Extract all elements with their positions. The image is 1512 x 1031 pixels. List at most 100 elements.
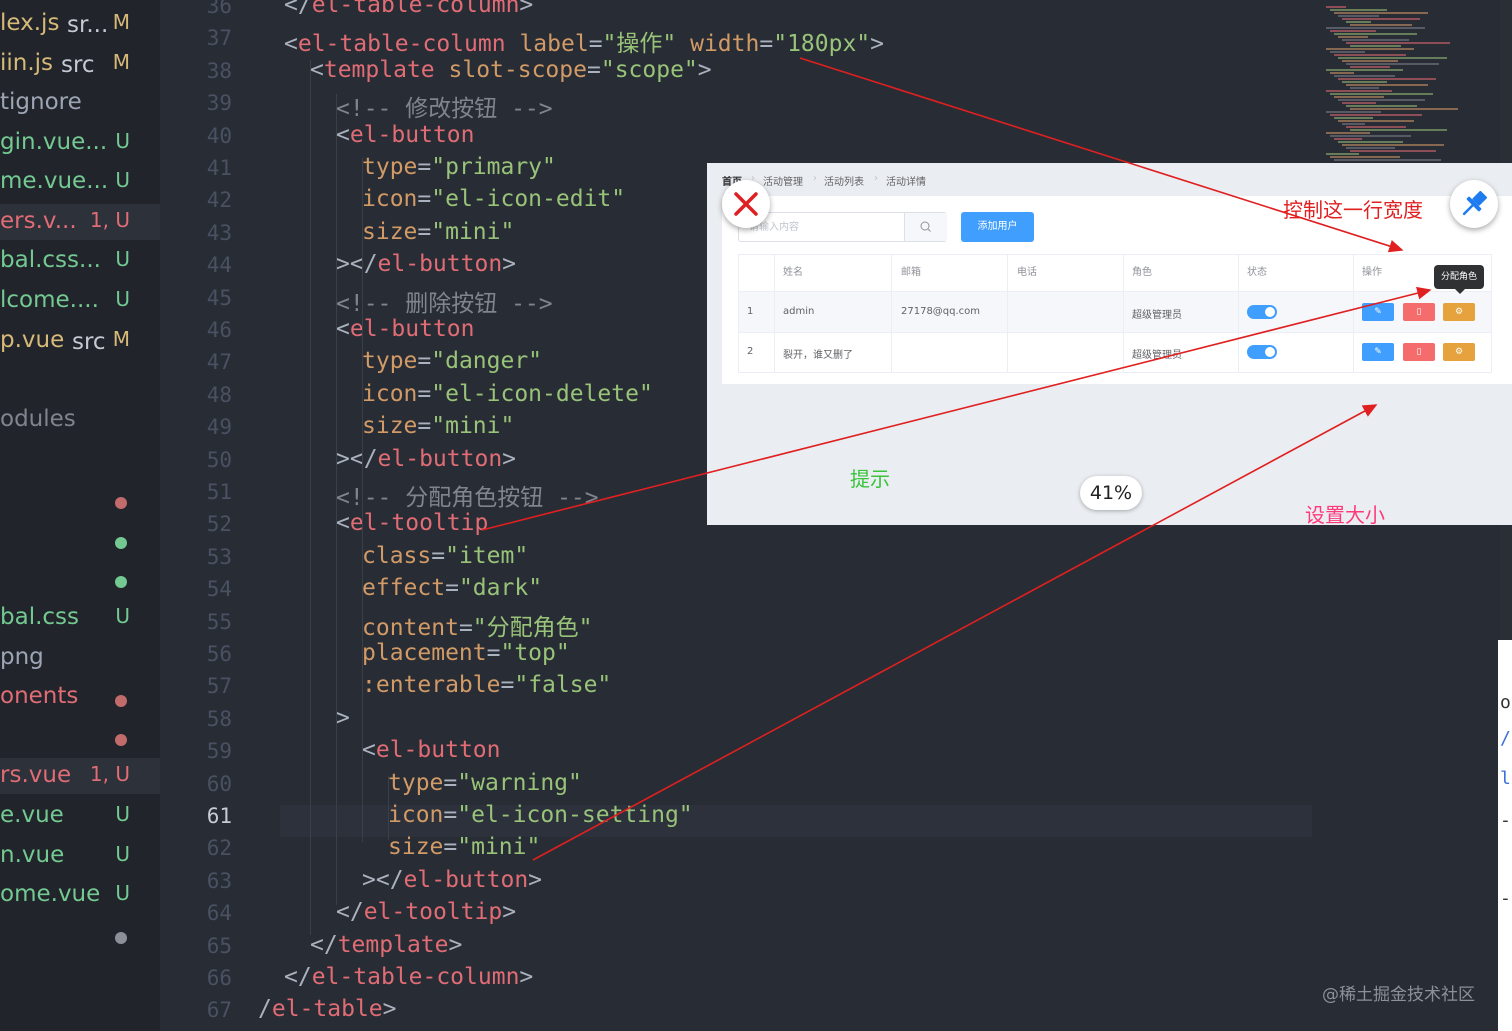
git-status-badge: U	[115, 247, 130, 271]
file-item[interactable]: bal.css U	[0, 600, 160, 636]
code-token: >	[502, 251, 517, 278]
code-token: /	[258, 996, 272, 1023]
minimap-line	[1334, 33, 1417, 35]
code-token: size	[388, 834, 444, 861]
code-line: <template slot-scope="scope">	[310, 57, 712, 83]
minimap-line	[1346, 21, 1371, 23]
line-number: 49	[206, 415, 232, 440]
delete-button[interactable]: ▯	[1403, 343, 1435, 361]
code-token: </	[336, 899, 364, 926]
file-item[interactable]: p.vue src M	[0, 323, 160, 359]
file-item[interactable]: me.vue... U	[0, 164, 160, 200]
file-item[interactable]: iin.js src M	[0, 46, 160, 82]
file-name: rs.vue	[0, 762, 72, 788]
code-line: </el-tooltip>	[336, 899, 516, 925]
minimap-line	[1338, 57, 1447, 59]
git-status-badge: U	[115, 842, 130, 866]
file-name: onents	[0, 683, 79, 709]
code-line: size="mini"	[362, 413, 514, 439]
minimap-line	[1350, 24, 1412, 26]
add-user-button[interactable]: 添加用户	[961, 212, 1034, 242]
code-token: el-button	[403, 866, 529, 893]
file-item[interactable]: rs.vue 1, U	[0, 758, 160, 794]
close-icon	[734, 192, 758, 216]
adjacent-pane-char: o	[1500, 692, 1511, 713]
line-number: 45	[206, 285, 232, 310]
line-number: 41	[206, 156, 232, 180]
file-folder-hint: src	[72, 329, 106, 355]
file-item[interactable]: gin.vue... U	[0, 125, 160, 161]
code-token: =	[417, 413, 432, 440]
line-number: 57	[206, 674, 232, 699]
code-token: <	[362, 737, 376, 764]
line-number: 52	[206, 512, 232, 537]
line-number: 55	[206, 609, 232, 634]
assign-role-button[interactable]: ⚙	[1443, 303, 1475, 321]
file-item[interactable]: n.vue U	[0, 838, 160, 874]
row-name: 裂开，谁又删了	[783, 350, 853, 361]
delete-icon: ▯	[1416, 347, 1422, 357]
file-item[interactable]: tignore	[0, 85, 160, 121]
minimap-line	[1326, 132, 1370, 134]
status-switch[interactable]	[1247, 305, 1277, 319]
file-item[interactable]: odules	[0, 402, 160, 438]
column-header-role: 角色	[1132, 267, 1152, 278]
minimap-line	[1330, 30, 1376, 32]
minimap-line	[1330, 93, 1433, 95]
line-number: 59	[206, 739, 232, 764]
minimap-line	[1326, 69, 1403, 71]
minimap-line	[1334, 54, 1406, 56]
file-name: ome.vue	[0, 881, 101, 907]
status-switch[interactable]	[1247, 345, 1277, 359]
line-number: 53	[206, 544, 232, 569]
table-divider	[1238, 255, 1239, 372]
code-token: type	[388, 769, 444, 796]
file-item[interactable]: png	[0, 640, 160, 676]
pin-button[interactable]	[1450, 180, 1498, 228]
assign-role-button[interactable]: ⚙	[1443, 343, 1475, 361]
code-token: "top"	[500, 640, 570, 666]
code-token: el-button	[349, 121, 475, 148]
line-number: 65	[206, 933, 232, 958]
code-token: >	[528, 866, 543, 893]
code-token: >	[870, 31, 885, 58]
minimap[interactable]	[1320, 0, 1480, 170]
file-item[interactable]: e.vue U	[0, 798, 160, 834]
code-line: effect="dark"	[362, 575, 542, 601]
code-line: type="primary"	[362, 154, 556, 180]
file-item[interactable]: ome.vue U	[0, 877, 160, 913]
line-number: 51	[206, 480, 232, 504]
minimap-line	[1350, 150, 1436, 152]
line-number: 48	[206, 382, 232, 407]
minimap-line	[1346, 147, 1395, 149]
line-number: 40	[206, 123, 232, 148]
close-button[interactable]	[722, 180, 770, 228]
line-number: 54	[206, 577, 232, 602]
column-header-status: 状态	[1247, 267, 1267, 278]
file-item[interactable]: ers.v... 1, U	[0, 204, 160, 240]
code-line: <!-- 修改按钮 -->	[336, 89, 553, 123]
code-token: effect	[362, 575, 446, 602]
minimap-line	[1338, 78, 1436, 80]
minimap-line	[1346, 42, 1450, 44]
row-index: 2	[747, 346, 754, 357]
column-header-phone: 电话	[1017, 267, 1037, 278]
file-item[interactable]: onents	[0, 679, 160, 715]
minimap-line	[1326, 27, 1425, 29]
search-button[interactable]	[904, 213, 947, 241]
delete-button[interactable]: ▯	[1403, 303, 1435, 321]
line-number: 43	[206, 220, 232, 245]
assign-role-tooltip: 分配角色	[1434, 265, 1484, 294]
file-item[interactable]: lcome.... U	[0, 283, 160, 319]
code-line: placement="top"	[362, 640, 570, 666]
file-item[interactable]: lex.js sr... M	[0, 6, 160, 42]
edit-button[interactable]: ✎	[1362, 303, 1394, 321]
file-item[interactable]: bal.css... U	[0, 243, 160, 279]
file-folder-hint: sr...	[67, 12, 109, 38]
edit-button[interactable]: ✎	[1362, 343, 1394, 361]
git-status-badge: M	[112, 10, 130, 34]
code-token: >	[336, 704, 350, 731]
code-token: el-table-column	[311, 964, 520, 990]
